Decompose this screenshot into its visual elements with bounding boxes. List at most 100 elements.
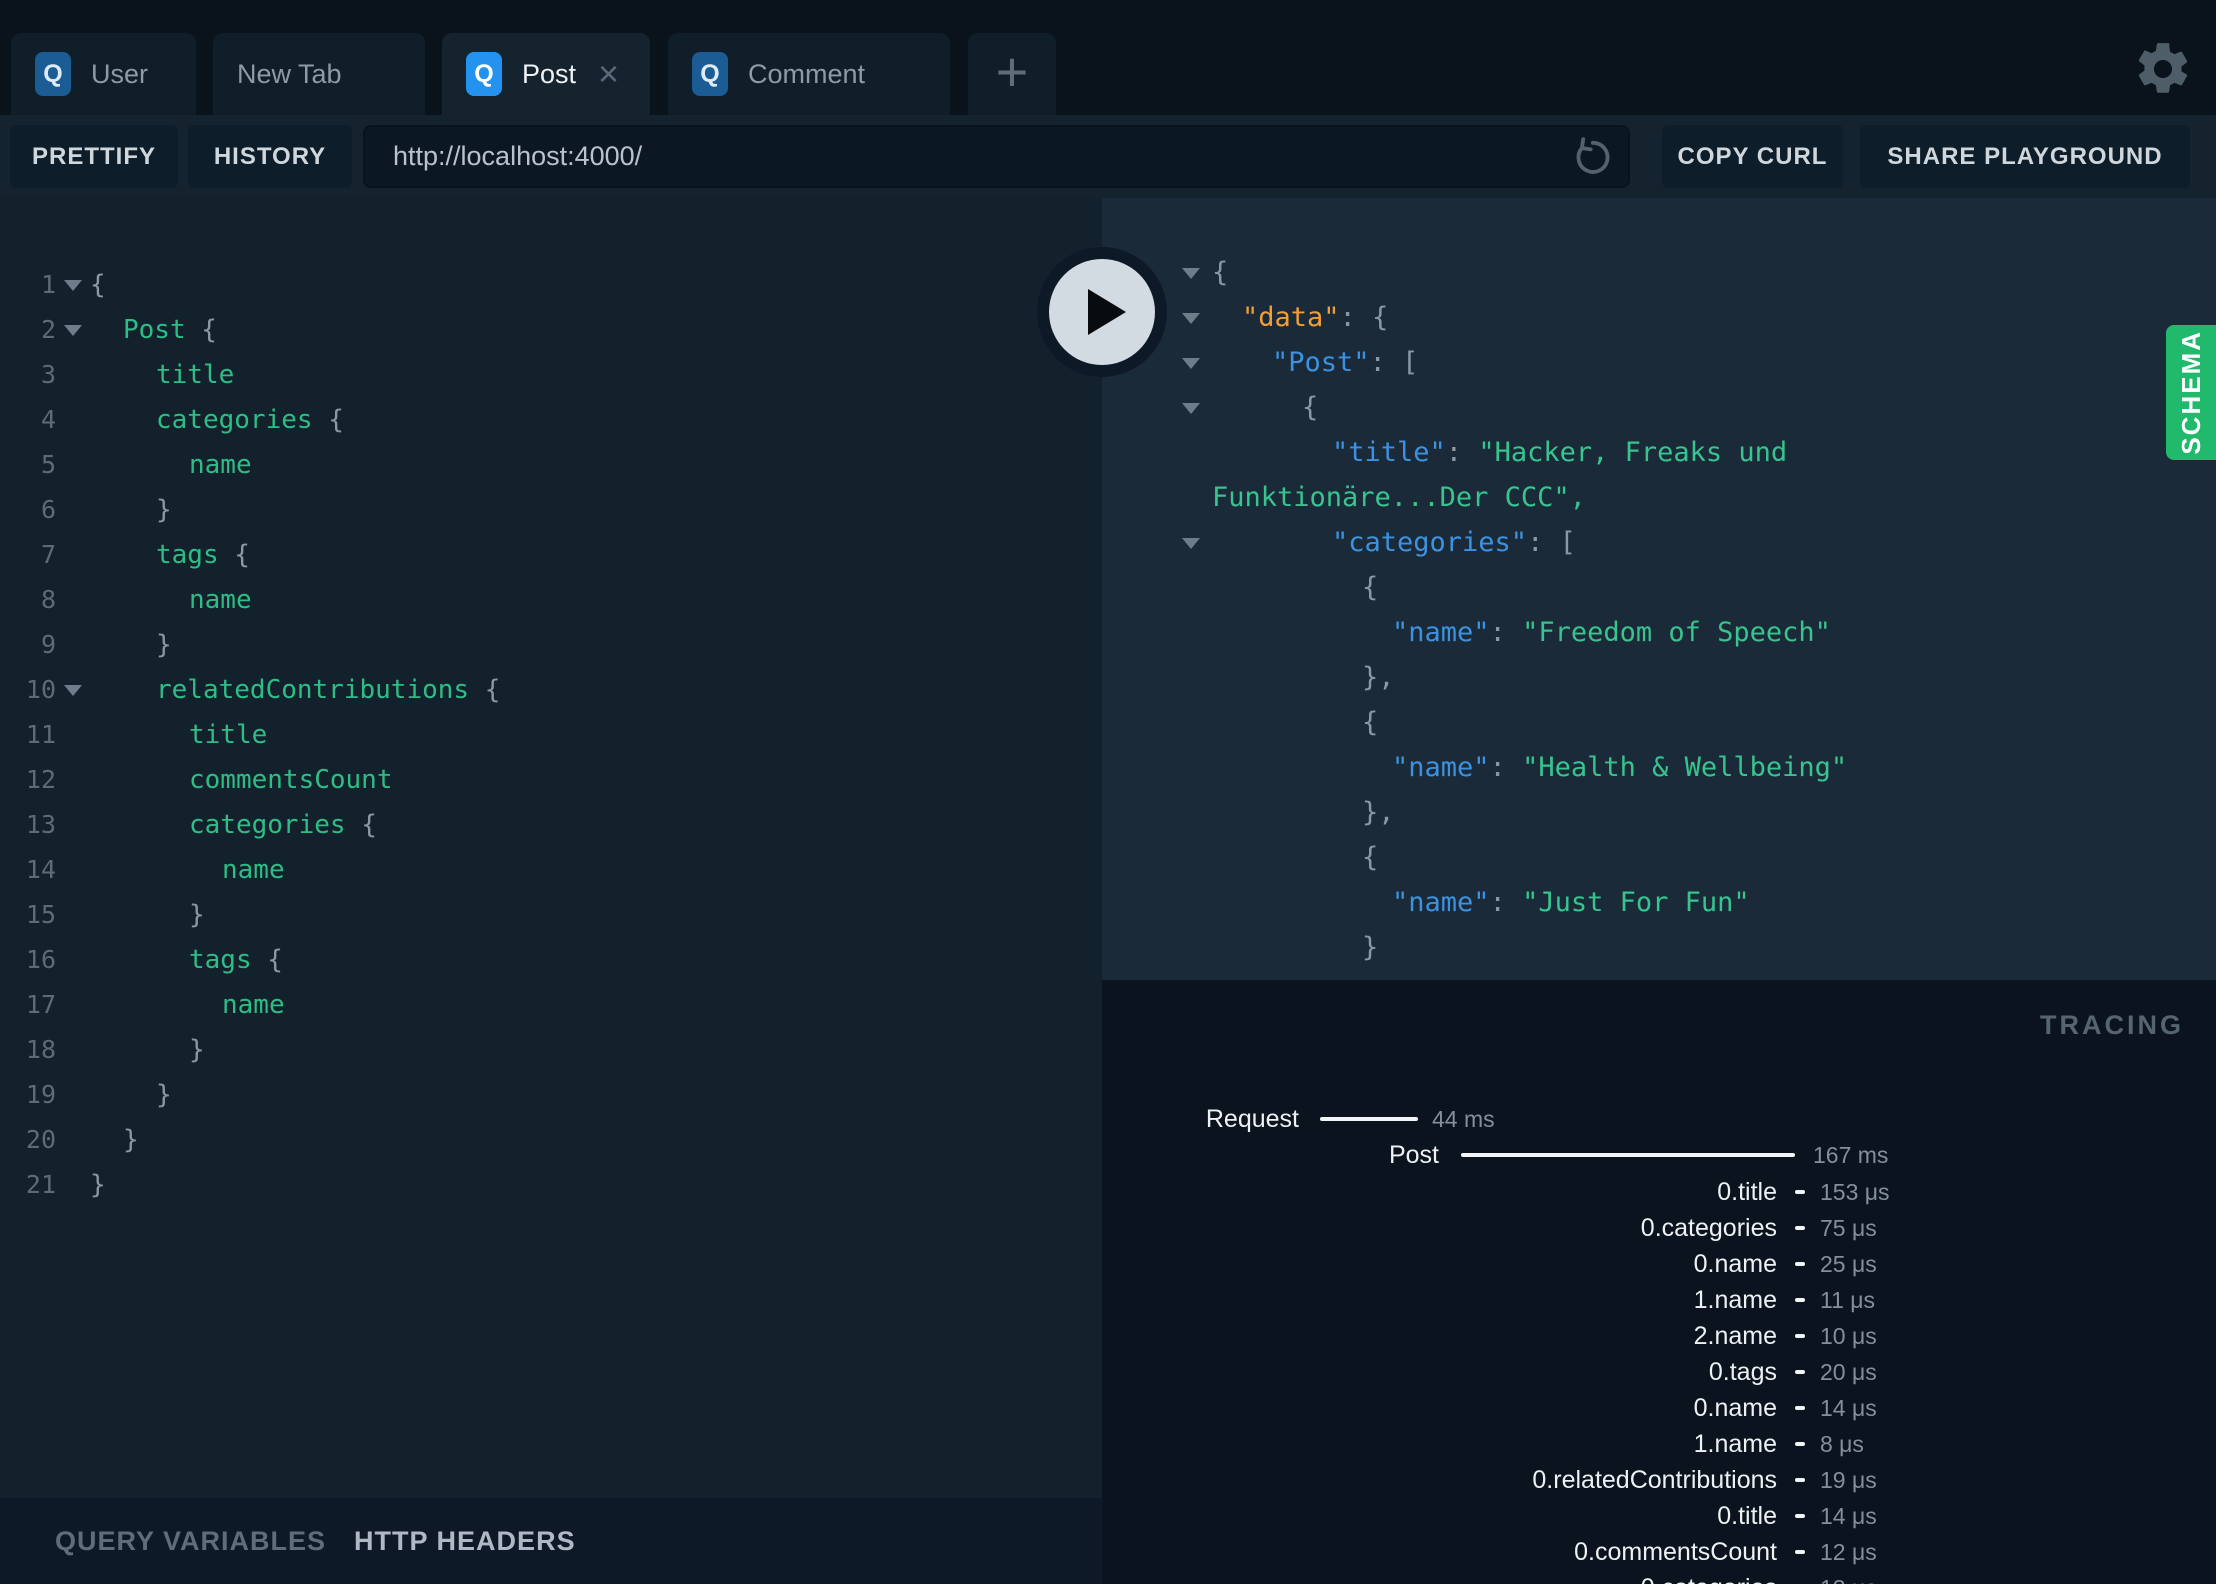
query-line: 7 tags { [0,532,1102,577]
trace-duration: 20 μs [1820,1359,1877,1385]
code-text: { [1302,392,1319,423]
query-line: 3 title [0,352,1102,397]
line-number: 21 [25,1170,56,1199]
code-text: } [189,1034,205,1065]
reload-schema-icon[interactable] [1570,134,1616,180]
endpoint-input[interactable]: http://localhost:4000/ [363,125,1630,188]
execute-query-button[interactable] [1037,247,1167,377]
fold-arrow-icon[interactable] [1182,403,1200,414]
code-text: Funktionäre...Der CCC", [1212,482,1586,513]
response-line: { [1102,385,2216,430]
new-tab-button[interactable]: + [968,33,1056,115]
query-line: 6} [0,487,1102,532]
tab-bar: Q User New Tab Q Post × Q Comment + [0,0,2216,115]
tab-new-tab[interactable]: New Tab [213,33,425,115]
query-line: 21} [0,1162,1102,1207]
query-line: 5 name [0,442,1102,487]
line-number: 8 [40,585,56,614]
fold-arrow-icon[interactable] [1182,358,1200,369]
trace-duration: 19 μs [1820,1467,1877,1493]
line-number: 11 [25,720,56,749]
trace-duration: 14 μs [1820,1395,1877,1421]
code-text: name [222,989,285,1020]
share-playground-button[interactable]: SHARE PLAYGROUND [1860,125,2190,188]
editor-bottom-bar: QUERY VARIABLES HTTP HEADERS [0,1498,1102,1584]
line-number: 14 [25,855,56,884]
prettify-button[interactable]: PRETTIFY [10,125,178,188]
trace-row-0-name: 0.name 25 μs [1102,1246,2216,1282]
close-tab-icon[interactable]: × [598,56,619,92]
history-button[interactable]: HISTORY [188,125,352,188]
trace-row-2-name: 2.name 10 μs [1102,1318,2216,1354]
line-number: 20 [25,1125,56,1154]
query-line: 2 Post { [0,307,1102,352]
line-number: 4 [40,405,56,434]
query-line: 17 name [0,982,1102,1027]
trace-bar [1795,1406,1805,1410]
line-number: 3 [40,360,56,389]
http-headers-tab[interactable]: HTTP HEADERS [354,1526,576,1557]
query-editor[interactable]: 1{2 Post {3 title 4 categories {5 name 6} 7 tags… [0,198,1102,1584]
code-text: { [1362,572,1379,603]
copy-curl-button[interactable]: COPY CURL [1662,125,1843,188]
line-number: 19 [25,1080,56,1109]
query-line: 8 name [0,577,1102,622]
tab-post[interactable]: Q Post × [442,33,650,115]
tracing-panel-title[interactable]: TRACING [2040,1010,2184,1041]
trace-bar [1795,1334,1805,1338]
fold-arrow-icon[interactable] [64,325,82,336]
settings-gear-icon[interactable] [2132,38,2194,100]
trace-label: 0.name [1693,1250,1777,1278]
fold-arrow-icon[interactable] [64,280,82,291]
plus-icon: + [995,40,1029,103]
code-text: } [156,629,172,660]
tab-label: Comment [748,58,866,89]
trace-row-1-name: 1.name 8 μs [1102,1426,2216,1462]
fold-arrow-icon[interactable] [1182,313,1200,324]
trace-row-0-tags: 0.tags 20 μs [1102,1354,2216,1390]
line-number: 9 [40,630,56,659]
code-text: }, [1362,797,1395,828]
code-text: } [1362,932,1379,963]
query-line: 13 categories { [0,802,1102,847]
trace-duration: 12 μs [1820,1539,1877,1565]
response-line: "categories": [ [1102,520,2216,565]
trace-label: 1.name [1693,1286,1777,1314]
line-number: 5 [40,450,56,479]
query-line: 15} [0,892,1102,937]
query-line: 12 commentsCount [0,757,1102,802]
trace-label: 0.title [1717,1178,1777,1206]
response-line: ] [1102,970,2216,980]
code-text: relatedContributions { [156,674,501,705]
trace-row-post: Post 167 ms [1102,1137,2216,1173]
code-text: { [1362,707,1379,738]
trace-label: Post [1388,1141,1439,1169]
tab-comment[interactable]: Q Comment [668,33,950,115]
code-text: tags { [156,539,250,570]
fold-arrow-icon[interactable] [1182,268,1200,279]
query-badge: Q [466,52,502,96]
endpoint-url: http://localhost:4000/ [393,141,643,171]
trace-bar [1795,1226,1805,1230]
code-text: } [189,899,205,930]
trace-duration: 75 μs [1820,1215,1877,1241]
code-text: { [1362,842,1379,873]
fold-arrow-icon[interactable] [1182,538,1200,549]
query-variables-tab[interactable]: QUERY VARIABLES [55,1526,326,1557]
code-text: name [189,584,252,615]
tracing-panel: TRACING Request 44 ms Post 167 ms 0.title 153… [1102,980,2216,1584]
response-lines: {"data": {"Post": [{"title": "Hacker, Fr… [1102,250,2216,980]
fold-arrow-icon[interactable] [64,685,82,696]
schema-side-tab[interactable]: SCHEMA [2166,325,2216,460]
query-editor-lines: 1{2 Post {3 title 4 categories {5 name 6} 7 tags… [0,262,1102,1207]
trace-label: 0.name [1693,1394,1777,1422]
trace-bar [1795,1370,1805,1374]
query-line: 19} [0,1072,1102,1117]
tab-user[interactable]: Q User [11,33,196,115]
code-text: "name": "Freedom of Speech" [1392,617,1831,648]
play-icon [1049,259,1155,365]
line-number: 13 [25,810,56,839]
query-line: 1{ [0,262,1102,307]
trace-bar [1795,1514,1805,1518]
response-line: }, [1102,790,2216,835]
